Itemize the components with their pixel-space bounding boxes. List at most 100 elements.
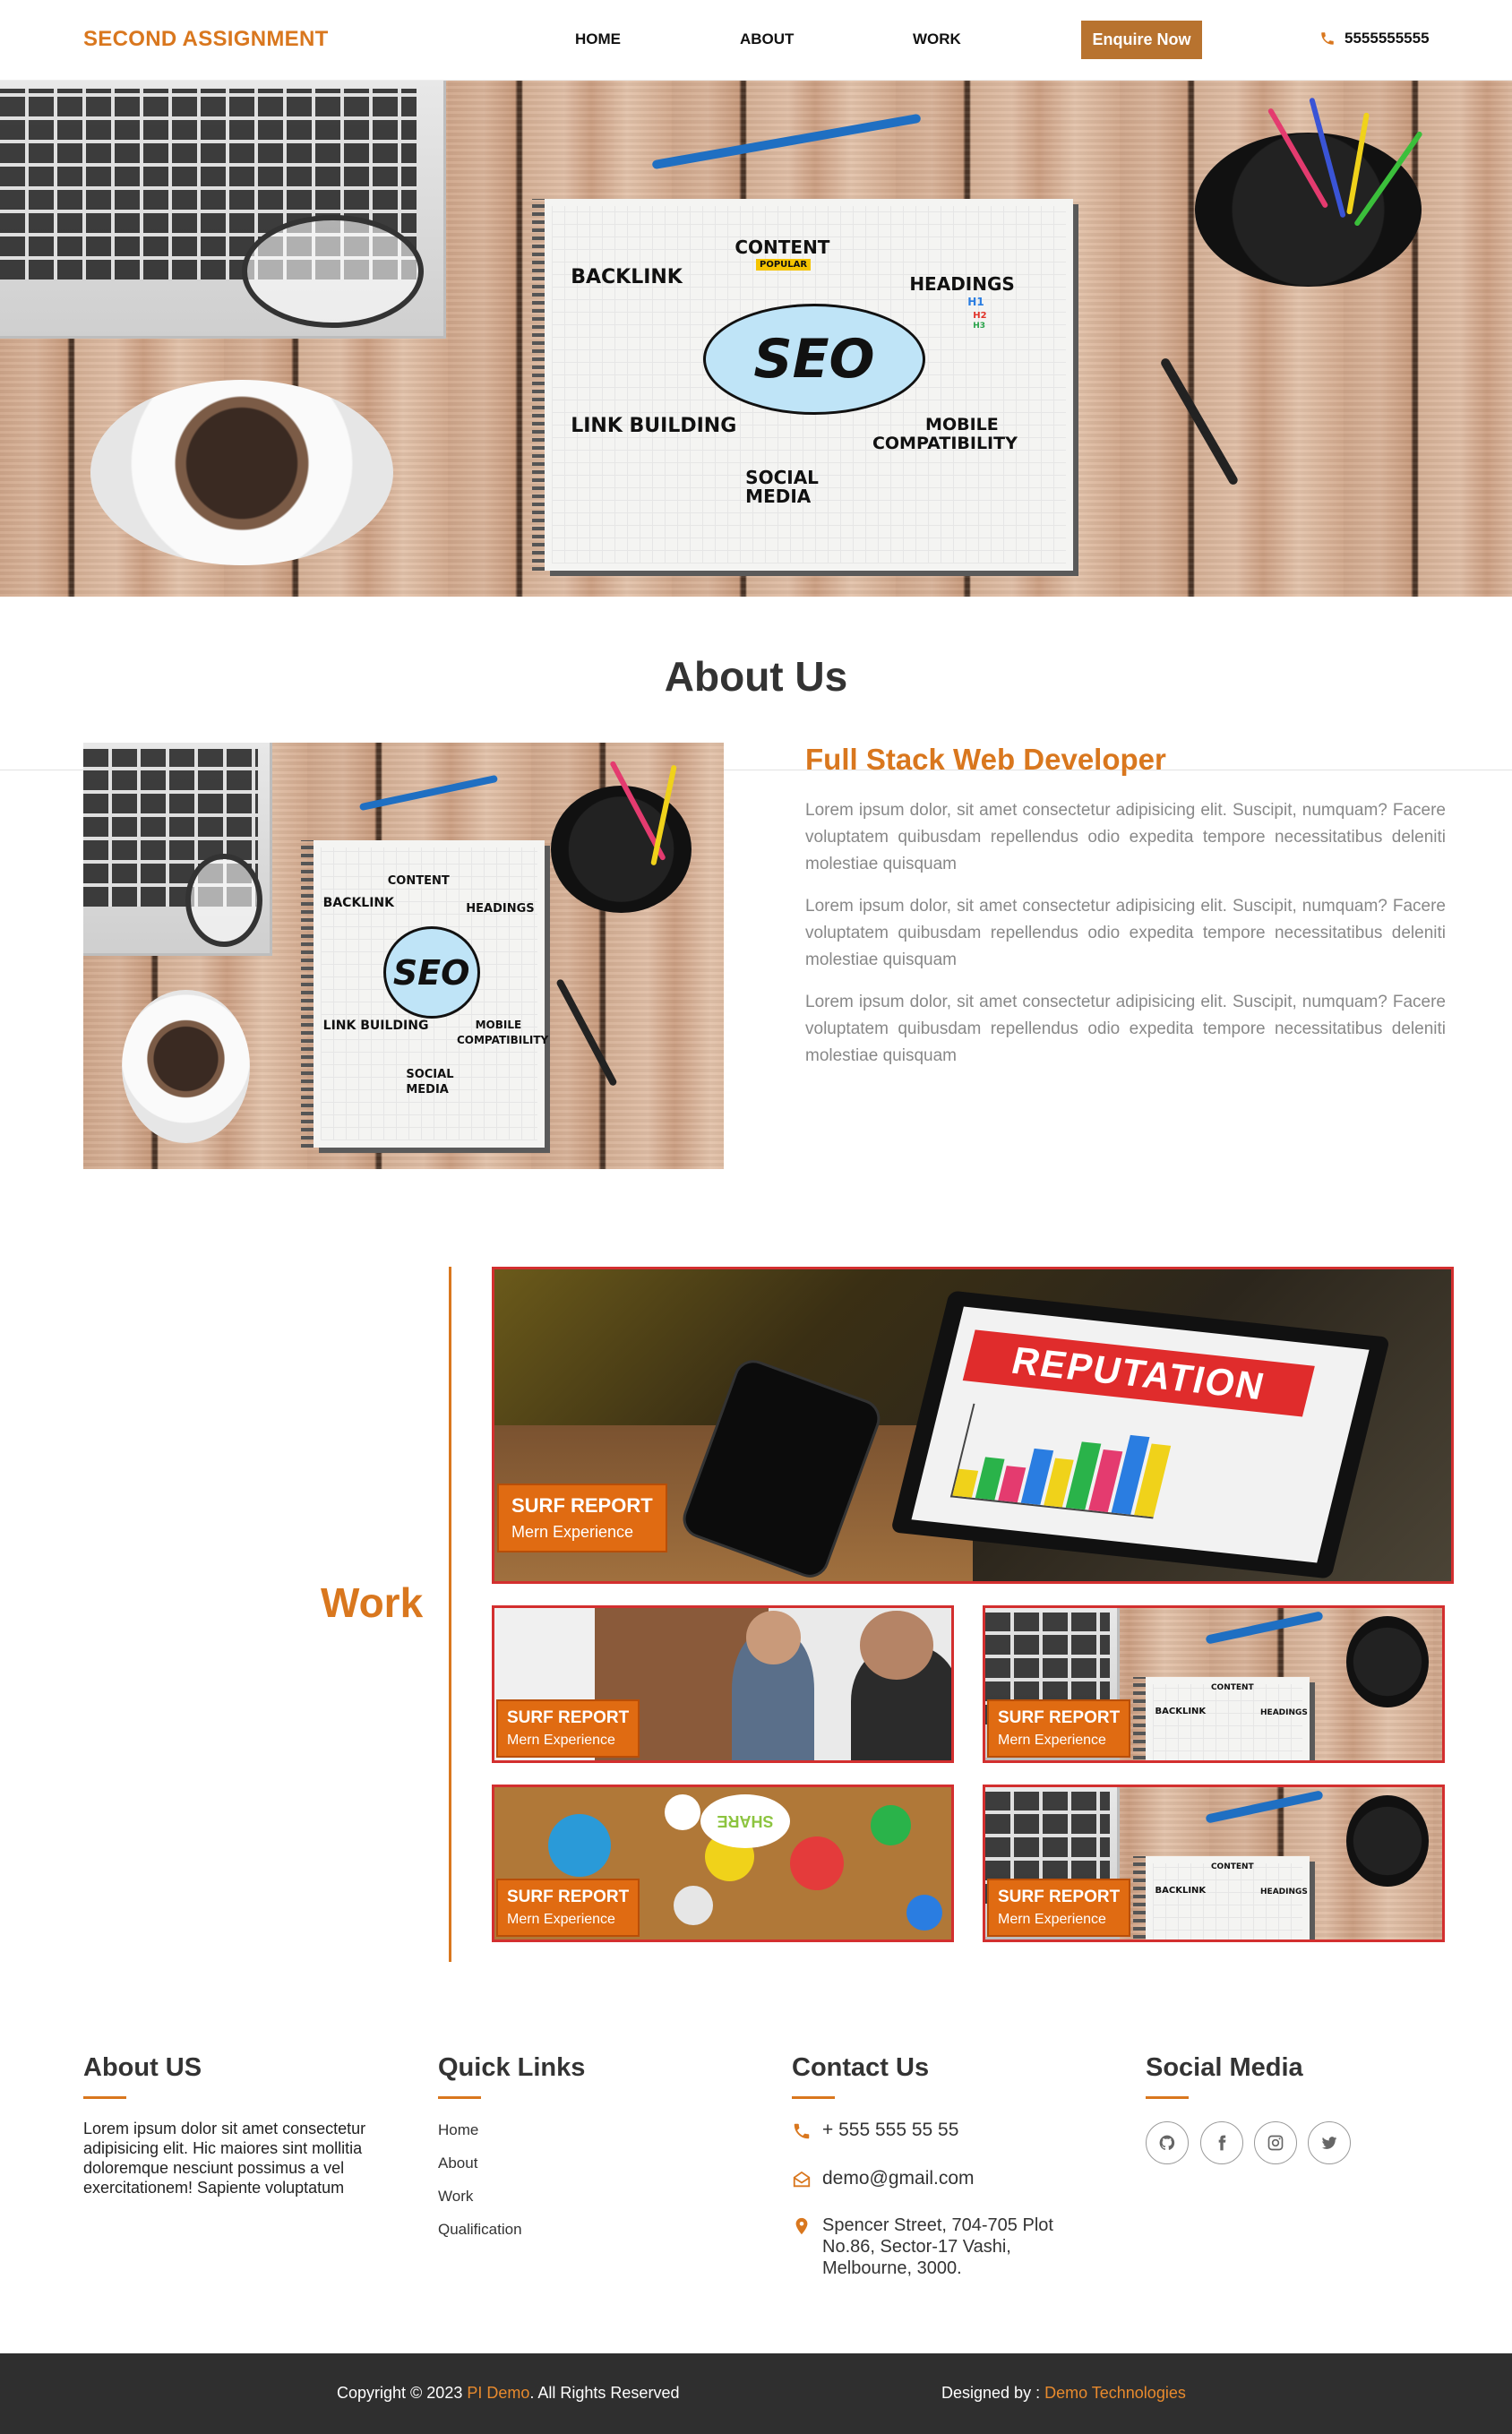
instagram-icon[interactable] [1254,2121,1297,2164]
footer-link-home[interactable]: Home [438,2121,478,2139]
work-card-office[interactable]: SURF REPORT Mern Experience [492,1605,954,1763]
footer-link-work[interactable]: Work [438,2188,473,2206]
hero-word-h3: H3 [973,322,985,331]
about-word-compatibility: COMPATIBILITY [456,1034,549,1047]
copyright-bar: Copyright © 2023 PI Demo. All Rights Res… [0,2353,1512,2434]
work-card-title: SURF REPORT [998,1708,1121,1727]
hero-word-content: CONTENT [735,236,830,258]
footer-contact-title: Contact Us [792,2053,930,2082]
about-paragraph-2: Lorem ipsum dolor, sit amet consectetur … [805,897,1446,969]
copyright-brand-link[interactable]: PI Demo [467,2384,529,2402]
footer-about-title: About US [83,2053,202,2082]
nav-phone[interactable]: 5555555555 [1319,30,1430,47]
footer-links-title: Quick Links [438,2053,586,2082]
github-icon[interactable] [1146,2121,1189,2164]
footer-phone-text: + 555 555 55 55 [822,2120,959,2140]
work-card-subtitle: Mern Experience [507,1912,615,1927]
copyright-suffix: . All Rights Reserved [529,2384,680,2402]
work-card-subtitle: Mern Experience [511,1523,634,1541]
card-word-backlink: BACKLINK [1155,1706,1207,1716]
footer-contact-phone[interactable]: + 555 555 55 55 [792,2120,958,2141]
hero-word-headings: HEADINGS [909,273,1015,296]
about-subtitle: Full Stack Web Developer [805,743,1166,776]
footer-links-underline [438,2096,481,2099]
work-card-seo-desk-1[interactable]: CONTENT BACKLINK HEADINGS SURF REPORT Me… [983,1605,1445,1763]
work-card-badge: SURF REPORT Mern Experience [987,1879,1131,1937]
work-card-badge: SURF REPORT Mern Experience [496,1879,640,1937]
enquire-now-button[interactable]: Enquire Now [1081,21,1202,59]
about-word-headings: HEADINGS [466,902,535,916]
coffee-cup-illustration [90,380,393,566]
designed-by-prefix: Designed by : [941,2384,1045,2402]
work-card-badge: SURF REPORT Mern Experience [987,1699,1131,1758]
brand-logo[interactable]: SECOND ASSIGNMENT [83,27,329,52]
hero-word-seo: SEO [702,303,926,415]
hero-word-link-building: LINK BUILDING [571,415,737,437]
work-card-title: SURF REPORT [507,1708,630,1727]
top-navbar: SECOND ASSIGNMENT HOME ABOUT WORK Enquir… [0,0,1512,81]
share-cloud: SHARE [700,1794,790,1848]
nav-phone-number: 5555555555 [1344,30,1430,47]
about-paragraph-1: Lorem ipsum dolor, sit amet consectetur … [805,801,1446,873]
card-word-headings: HEADINGS [1260,1888,1308,1897]
phone-icon [1321,32,1334,45]
card-word-headings: HEADINGS [1260,1708,1308,1718]
hero-word-popular: POPULAR [755,258,812,271]
about-section-title: About Us [664,653,848,700]
work-vertical-divider [449,1267,451,1962]
designed-by-text: Designed by : Demo Technologies [941,2384,1186,2403]
twitter-icon[interactable] [1308,2121,1351,2164]
hero-word-h1: H1 [967,296,984,309]
work-card-subtitle: Mern Experience [998,1912,1106,1927]
footer-contact-underline [792,2096,835,2099]
about-paragraph-3: Lorem ipsum dolor, sit amet consectetur … [805,993,1446,1065]
work-card-title: SURF REPORT [507,1888,630,1906]
about-word-mobile: MOBILE [475,1019,522,1032]
magnifier-illustration [242,214,424,329]
footer-social-title: Social Media [1146,2053,1303,2082]
footer-address-text: Spencer Street, 704-705 Plot No.86, Sect… [822,2215,1053,2278]
card-word-backlink: BACKLINK [1155,1885,1207,1896]
pen-holder-illustration [1194,132,1422,288]
footer-about-underline [83,2096,126,2099]
nav-work-link[interactable]: WORK [913,30,961,48]
footer-email-text: demo@gmail.com [822,2168,975,2189]
work-card-title: SURF REPORT [511,1494,653,1517]
work-section-title: Work [321,1579,424,1626]
about-word-seo: SEO [382,926,480,1019]
work-card-badge: SURF REPORT Mern Experience [496,1699,640,1758]
hero-word-media: MEDIA [745,485,812,507]
footer-link-about[interactable]: About [438,2154,477,2172]
footer-contact-email[interactable]: demo@gmail.com [792,2168,975,2189]
map-marker-icon [795,2217,808,2235]
reputation-banner: REPUTATION [962,1329,1316,1417]
nav-home-link[interactable]: HOME [575,30,621,48]
about-word-media: MEDIA [406,1083,449,1097]
designer-link[interactable]: Demo Technologies [1044,2384,1186,2402]
card-word-content: CONTENT [1210,1682,1254,1692]
footer-social-underline [1146,2096,1189,2099]
work-card-seo-desk-2[interactable]: CONTENT BACKLINK HEADINGS SURF REPORT Me… [983,1785,1445,1942]
footer-contact-address: Spencer Street, 704-705 Plot No.86, Sect… [792,2215,1087,2279]
phone-icon [794,2123,810,2139]
work-card-badge: SURF REPORT Mern Experience [497,1484,667,1552]
about-image: CONTENT BACKLINK HEADINGS SEO LINK BUILD… [83,743,724,1169]
work-card-reputation[interactable]: REPUTATION SURF REPORT Mern Experience [492,1267,1454,1584]
hero-word-mobile: MOBILE [925,415,999,434]
hero-word-h2: H2 [973,310,987,321]
copyright-prefix: Copyright © 2023 [337,2384,468,2402]
work-card-subtitle: Mern Experience [998,1733,1106,1748]
work-card-subtitle: Mern Experience [507,1733,615,1748]
hero-word-compatibility: COMPATIBILITY [872,433,1018,453]
work-card-social-share[interactable]: SHARE SURF REPORT Mern Experience [492,1785,954,1942]
reputation-bar-graphic [949,1403,1176,1519]
copyright-text: Copyright © 2023 PI Demo. All Rights Res… [337,2384,679,2403]
nav-about-link[interactable]: ABOUT [740,30,794,48]
about-word-backlink: BACKLINK [322,896,394,911]
footer-link-qualification[interactable]: Qualification [438,2221,522,2239]
about-word-social: SOCIAL [406,1068,454,1082]
card-word-content: CONTENT [1210,1862,1254,1871]
facebook-icon[interactable] [1200,2121,1243,2164]
work-card-title: SURF REPORT [998,1888,1121,1906]
envelope-open-icon [793,2171,811,2188]
